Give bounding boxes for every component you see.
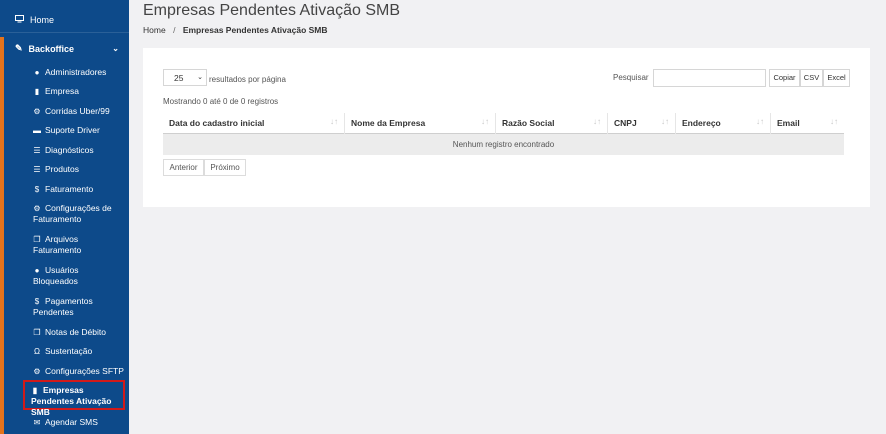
sidebar-item-configuracoes-sftp[interactable]: ⚙ Configurações SFTP [33, 366, 125, 377]
sidebar-item-label: Produtos [45, 164, 80, 174]
envelope-icon: ✉ [33, 418, 41, 427]
chevron-down-icon: ⌄ [112, 44, 119, 53]
sidebar-item-pagamentos-pendentes[interactable]: $ Pagamentos Pendentes [33, 296, 125, 318]
building-icon: ▮ [34, 87, 40, 96]
records-info: Mostrando 0 até 0 de 0 registros [163, 97, 279, 106]
cogs-icon: ⚙ [33, 367, 41, 376]
sidebar-item-produtos[interactable]: ☰ Produtos [33, 164, 125, 175]
sort-icon: ↓↑ [756, 117, 764, 126]
breadcrumb: Home / Empresas Pendentes Ativação SMB [143, 25, 328, 35]
column-header-label: Nome da Empresa [351, 118, 426, 128]
monitor-icon [15, 15, 24, 25]
empty-table-message: Nenhum registro encontrado [163, 134, 844, 155]
edit-icon: ✎ [15, 43, 23, 53]
sidebar-item-label: Configurações SFTP [45, 366, 124, 376]
headset-icon: Ω [34, 347, 40, 356]
dollar-icon: $ [34, 297, 40, 306]
car-icon: ▬ [33, 126, 41, 135]
search-input[interactable] [653, 69, 766, 87]
sidebar-item-label: Diagnósticos [45, 145, 94, 155]
page-length-select[interactable]: 25 ⌄ [163, 69, 207, 86]
sort-icon: ↓↑ [661, 117, 669, 126]
sidebar-item-label: Suporte Driver [45, 125, 100, 135]
sidebar-item-notas-debito[interactable]: ❐ Notas de Débito [33, 327, 125, 338]
sidebar-item-label: Corridas Uber/99 [45, 106, 110, 116]
sidebar-section-label: Backoffice [28, 43, 75, 54]
next-page-button[interactable]: Próximo [204, 159, 246, 176]
breadcrumb-home[interactable]: Home [143, 25, 166, 35]
sidebar-item-empresas-pendentes[interactable]: ▮ Empresas Pendentes Ativação SMB [31, 385, 123, 418]
excel-button[interactable]: Excel [823, 69, 850, 87]
previous-page-button[interactable]: Anterior [163, 159, 204, 176]
sort-icon: ↓↑ [593, 117, 601, 126]
sidebar-item-label: Administradores [45, 67, 107, 77]
sidebar-item-label: Configurações de Faturamento [33, 203, 112, 224]
files-icon: ❐ [33, 328, 41, 337]
csv-button[interactable]: CSV [800, 69, 823, 87]
sidebar-item-administradores[interactable]: ● Administradores [33, 67, 125, 78]
sidebar-section-backoffice[interactable]: ✎ Backoffice ⌄ [15, 43, 119, 54]
column-header-cnpj[interactable]: CNPJ ↓↑ [607, 113, 675, 134]
column-header-label: Data do cadastro inicial [169, 118, 265, 128]
sidebar-item-sustentacao[interactable]: Ω Sustentação [33, 346, 125, 357]
chevron-down-icon: ⌄ [197, 74, 203, 81]
column-header-razao-social[interactable]: Razão Social ↓↑ [495, 113, 607, 134]
column-header-nome-empresa[interactable]: Nome da Empresa ↓↑ [344, 113, 495, 134]
breadcrumb-separator: / [173, 25, 176, 35]
column-header-label: Razão Social [502, 118, 555, 128]
column-header-label: Endereço [682, 118, 721, 128]
column-header-label: CNPJ [614, 118, 637, 128]
sort-icon: ↓↑ [830, 117, 838, 126]
building-icon: ▮ [32, 386, 38, 395]
sidebar-item-label: Faturamento [45, 184, 94, 194]
page-length-label: resultados por página [209, 75, 286, 84]
files-icon: ❐ [33, 235, 41, 244]
column-header-label: Email [777, 118, 800, 128]
sidebar-item-faturamento[interactable]: $ Faturamento [33, 184, 125, 195]
column-header-data-cadastro[interactable]: Data do cadastro inicial ↓↑ [163, 113, 344, 134]
sidebar-home-link[interactable]: Home [15, 15, 54, 25]
list-icon: ☰ [33, 165, 41, 174]
sidebar: Home ✎ Backoffice ⌄ ● Administradores ▮ Em… [0, 0, 129, 434]
sort-icon: ↓↑ [481, 117, 489, 126]
dollar-icon: $ [34, 185, 40, 194]
page-title: Empresas Pendentes Ativação SMB [143, 2, 401, 19]
sidebar-item-usuarios-bloqueados[interactable]: ● Usuários Bloqueados [33, 265, 125, 287]
list-icon: ☰ [33, 146, 41, 155]
search-label: Pesquisar [613, 73, 649, 82]
sidebar-item-corridas[interactable]: ⚙ Corridas Uber/99 [33, 106, 125, 117]
user-icon: ● [34, 68, 40, 77]
sort-icon: ↓↑ [330, 117, 338, 126]
sidebar-item-configuracoes-faturamento[interactable]: ⚙ Configurações de Faturamento [33, 203, 125, 225]
column-header-email[interactable]: Email ↓↑ [770, 113, 844, 134]
sidebar-item-label: Empresas Pendentes Ativação SMB [31, 385, 112, 417]
sidebar-item-arquivos-faturamento[interactable]: ❐ Arquivos Faturamento [33, 234, 125, 256]
sidebar-item-diagnosticos[interactable]: ☰ Diagnósticos [33, 145, 125, 156]
cogs-icon: ⚙ [33, 107, 41, 116]
sidebar-item-label: Notas de Débito [45, 327, 106, 337]
cogs-icon: ⚙ [33, 204, 41, 213]
sidebar-item-empresa[interactable]: ▮ Empresa [33, 86, 125, 97]
table-header: Data do cadastro inicial ↓↑ Nome da Empr… [163, 113, 844, 134]
sidebar-item-label: Sustentação [45, 346, 93, 356]
sidebar-item-suporte-driver[interactable]: ▬ Suporte Driver [33, 125, 125, 136]
sidebar-home-label: Home [30, 15, 55, 25]
sidebar-item-label: Empresa [45, 86, 80, 96]
user-icon: ● [34, 266, 40, 275]
sidebar-active-accent [0, 37, 4, 434]
sidebar-item-label: Agendar SMS [45, 417, 98, 427]
sidebar-item-label: Pagamentos Pendentes [33, 296, 93, 317]
sidebar-item-agendar-sms[interactable]: ✉ Agendar SMS [33, 417, 125, 428]
page-length-value: 25 [174, 73, 184, 83]
breadcrumb-current: Empresas Pendentes Ativação SMB [182, 25, 328, 35]
column-header-endereco[interactable]: Endereço ↓↑ [675, 113, 770, 134]
sidebar-divider [0, 32, 129, 33]
copy-button[interactable]: Copiar [769, 69, 800, 87]
